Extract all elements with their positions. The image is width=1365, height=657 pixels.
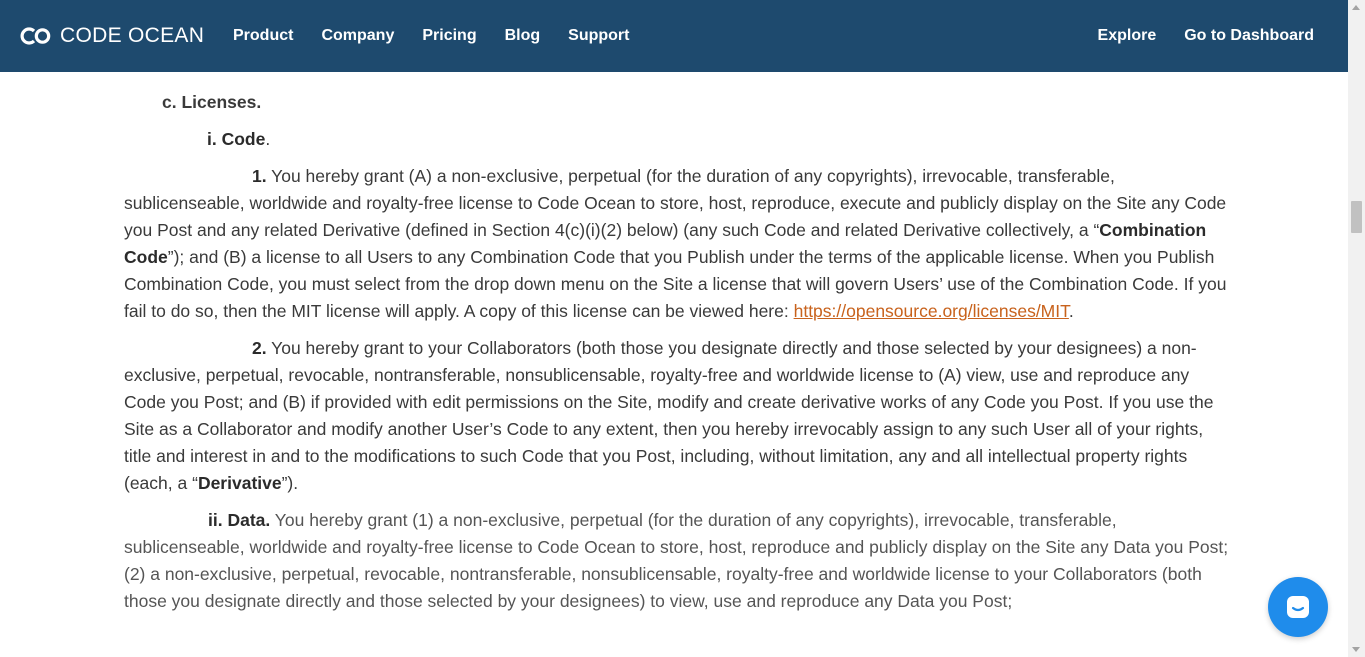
chat-icon — [1287, 596, 1309, 618]
logo-icon — [20, 27, 51, 45]
section-heading-licenses: c. Licenses. — [162, 92, 262, 112]
logo-wordmark: CODE OCEAN — [60, 24, 205, 47]
clause-text: You hereby grant (A) a non-exclusive, pe… — [124, 166, 1227, 240]
terms-content: USER CONTENT THAT YOU POST SUBJECT TO TH… — [124, 52, 1230, 615]
nav-company[interactable]: Company — [321, 27, 394, 45]
clause-code-2: 2. You hereby grant to your Collaborator… — [124, 335, 1230, 497]
scroll-down-arrow-icon[interactable] — [1352, 647, 1360, 652]
chat-launcher-button[interactable] — [1268, 577, 1328, 637]
section-heading-code: i. Code. — [124, 126, 1230, 153]
section-data-label: ii. Data. — [208, 510, 271, 530]
clause-number: 1. — [252, 166, 267, 186]
section-code-label: i. Code — [207, 129, 266, 149]
top-navigation-bar: CODE OCEAN Product Company Pricing Blog … — [0, 0, 1348, 72]
nav-explore[interactable]: Explore — [1098, 27, 1157, 45]
secondary-nav: Explore Go to Dashboard — [1098, 0, 1314, 72]
code-ocean-logo[interactable]: CODE OCEAN — [20, 24, 204, 48]
clause-text: . — [1068, 301, 1074, 321]
clause-text: You hereby grant (1) a non-exclusive, pe… — [124, 510, 1229, 611]
scroll-up-arrow-icon[interactable] — [1352, 5, 1360, 10]
clause-code-1: 1. You hereby grant (A) a non-exclusive,… — [124, 163, 1230, 325]
nav-pricing[interactable]: Pricing — [422, 27, 476, 45]
scrollbar-thumb[interactable] — [1351, 201, 1362, 233]
clause-data: ii. Data. You hereby grant (1) a non-exc… — [124, 507, 1230, 615]
nav-product[interactable]: Product — [233, 27, 293, 45]
clause-text: You hereby grant to your Collaborators (… — [124, 338, 1214, 493]
defined-term: Derivative — [197, 473, 282, 493]
section-code-period: . — [265, 129, 271, 149]
page-scrollbar[interactable] — [1348, 0, 1365, 657]
nav-blog[interactable]: Blog — [505, 27, 541, 45]
clause-number: 2. — [252, 338, 267, 358]
primary-nav: Product Company Pricing Blog Support — [233, 0, 629, 72]
mit-license-link[interactable]: https://opensource.org/licenses/MIT — [794, 301, 1069, 321]
nav-go-to-dashboard[interactable]: Go to Dashboard — [1184, 27, 1314, 45]
nav-support[interactable]: Support — [568, 27, 629, 45]
clause-text: ”). — [281, 473, 299, 493]
